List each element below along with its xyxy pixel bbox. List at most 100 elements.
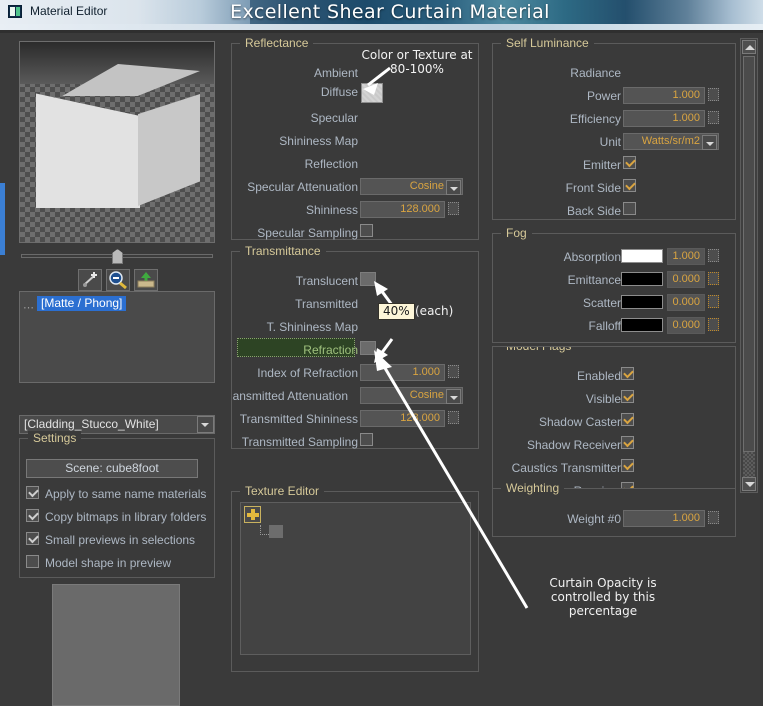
row-radiance[interactable]: Radiance <box>499 64 729 83</box>
texture-editor-canvas[interactable] <box>240 502 471 655</box>
row-t-shininess-map[interactable]: T. Shininess Map <box>238 318 468 337</box>
enabled-checkbox[interactable] <box>621 367 634 380</box>
visible-checkbox[interactable] <box>621 390 634 403</box>
preview-slider[interactable] <box>19 247 215 265</box>
shadow-caster-checkbox[interactable] <box>621 413 634 426</box>
remove-material-button[interactable] <box>106 269 130 291</box>
transmitted-shininess-value[interactable]: 128.000 <box>360 410 445 427</box>
window-title-bar[interactable]: Material Editor Excellent Shear Curtain … <box>0 0 763 24</box>
front-side-checkbox[interactable] <box>623 179 636 192</box>
absorption-value[interactable]: 1.000 <box>667 248 705 265</box>
settings-checkbox-row[interactable]: Small previews in selections <box>26 531 216 550</box>
falloff-spinner[interactable] <box>708 318 719 331</box>
unit-combo[interactable]: Watts/sr/m2 <box>623 133 719 150</box>
row-emittance[interactable]: Emittance 0.000 <box>499 271 729 290</box>
specular-sampling-checkbox[interactable] <box>360 224 373 237</box>
material-preview[interactable] <box>19 41 215 243</box>
row-shadow-caster[interactable]: Shadow Caster <box>499 413 729 432</box>
row-efficiency[interactable]: Efficiency 1.000 <box>499 110 729 129</box>
row-specular[interactable]: Specular <box>238 109 468 128</box>
transmitted-shininess-spinner[interactable] <box>448 411 459 424</box>
scrollbar-trough[interactable] <box>743 452 755 478</box>
material-tree-selected-item[interactable]: [Matte / Phong] <box>37 296 127 311</box>
row-translucent[interactable]: Translucent <box>238 272 468 291</box>
power-spinner[interactable] <box>708 88 719 101</box>
row-specular-attenuation[interactable]: Specular Attenuation Cosine <box>238 178 468 197</box>
settings-checkbox-row[interactable]: Copy bitmaps in library folders <box>26 508 216 527</box>
power-value[interactable]: 1.000 <box>623 87 705 104</box>
row-falloff[interactable]: Falloff 0.000 <box>499 317 729 336</box>
row-scatter[interactable]: Scatter 0.000 <box>499 294 729 313</box>
vertical-scrollbar[interactable] <box>740 38 758 493</box>
chevron-down-icon[interactable] <box>702 135 717 150</box>
scroll-down-arrow-icon[interactable] <box>742 477 756 491</box>
emittance-spinner[interactable] <box>708 272 719 285</box>
efficiency-value[interactable]: 1.000 <box>623 110 705 127</box>
transmitted-sampling-checkbox[interactable] <box>360 433 373 446</box>
row-transmitted-shininess[interactable]: Transmitted Shininess 128.000 <box>238 410 468 429</box>
row-front-side[interactable]: Front Side <box>499 179 729 198</box>
caustics-transmitter-checkbox[interactable] <box>621 459 634 472</box>
shadow-receiver-checkbox[interactable] <box>621 436 634 449</box>
scatter-spinner[interactable] <box>708 295 719 308</box>
weight-0-spinner[interactable] <box>708 511 719 524</box>
apply-same-name-checkbox[interactable] <box>26 486 39 499</box>
transmitted-attenuation-combo[interactable]: Cosine <box>360 387 463 404</box>
row-transmitted-sampling[interactable]: Transmitted Sampling <box>238 433 468 452</box>
translucent-swatch[interactable] <box>360 272 376 286</box>
add-texture-node-icon[interactable] <box>244 506 261 523</box>
specular-attenuation-combo[interactable]: Cosine <box>360 178 463 195</box>
material-color-swatch-preview[interactable] <box>52 584 180 706</box>
scene-button[interactable]: Scene: cube8foot <box>26 459 198 478</box>
falloff-color[interactable] <box>621 318 663 332</box>
row-shadow-receiver[interactable]: Shadow Receiver <box>499 436 729 455</box>
absorption-spinner[interactable] <box>708 249 719 262</box>
row-index-of-refraction[interactable]: Index of Refraction 1.000 <box>238 364 468 383</box>
scrollbar-thumb[interactable] <box>743 56 755 452</box>
row-power[interactable]: Power 1.000 <box>499 87 729 106</box>
chevron-down-icon[interactable] <box>446 180 461 195</box>
small-previews-checkbox[interactable] <box>26 532 39 545</box>
tree-expander-icon[interactable]: ⋯ <box>23 301 34 314</box>
row-refraction[interactable]: Refraction <box>238 341 468 360</box>
row-shininess-map[interactable]: Shininess Map <box>238 132 468 151</box>
index-of-refraction-spinner[interactable] <box>448 365 459 378</box>
row-shininess[interactable]: Shininess 128.000 <box>238 201 468 220</box>
shininess-value[interactable]: 128.000 <box>360 201 445 218</box>
efficiency-spinner[interactable] <box>708 111 719 124</box>
settings-checkbox-row[interactable]: Apply to same name materials <box>26 485 216 504</box>
back-side-checkbox[interactable] <box>623 202 636 215</box>
row-caustics-transmitter[interactable]: Caustics Transmitter <box>499 459 729 478</box>
scatter-value[interactable]: 0.000 <box>667 294 705 311</box>
row-back-side[interactable]: Back Side <box>499 202 729 221</box>
row-absorption[interactable]: Absorption 1.000 <box>499 248 729 267</box>
chevron-down-icon[interactable] <box>197 416 214 433</box>
chevron-down-icon[interactable] <box>446 389 461 404</box>
row-diffuse[interactable]: Diffuse <box>238 83 468 103</box>
diffuse-texture-swatch[interactable] <box>361 83 383 103</box>
row-visible[interactable]: Visible <box>499 390 729 409</box>
import-library-button[interactable] <box>134 269 158 291</box>
copy-bitmaps-checkbox[interactable] <box>26 509 39 522</box>
absorption-color[interactable] <box>621 249 663 263</box>
texture-node-thumbnail[interactable] <box>269 525 283 538</box>
row-weight-0[interactable]: Weight #0 1.000 <box>499 510 729 529</box>
row-enabled[interactable]: Enabled <box>499 367 729 386</box>
model-shape-checkbox[interactable] <box>26 555 39 568</box>
emittance-color[interactable] <box>621 272 663 286</box>
add-material-button[interactable] <box>78 269 102 291</box>
row-emitter[interactable]: Emitter <box>499 156 729 175</box>
falloff-value[interactable]: 0.000 <box>667 317 705 334</box>
refraction-swatch[interactable] <box>360 341 376 355</box>
material-tree-list[interactable]: ⋯ [Matte / Phong] <box>19 291 215 383</box>
row-unit[interactable]: Unit Watts/sr/m2 <box>499 133 729 152</box>
row-transmitted-attenuation[interactable]: ansmitted Attenuation Cosine <box>228 387 468 406</box>
emittance-value[interactable]: 0.000 <box>667 271 705 288</box>
preview-slider-thumb[interactable] <box>112 249 123 264</box>
scatter-color[interactable] <box>621 295 663 309</box>
settings-checkbox-row[interactable]: Model shape in preview <box>26 554 216 573</box>
weight-0-value[interactable]: 1.000 <box>623 510 705 527</box>
scroll-up-arrow-icon[interactable] <box>742 40 756 54</box>
index-of-refraction-value[interactable]: 1.000 <box>360 364 445 381</box>
shininess-spinner[interactable] <box>448 202 459 215</box>
